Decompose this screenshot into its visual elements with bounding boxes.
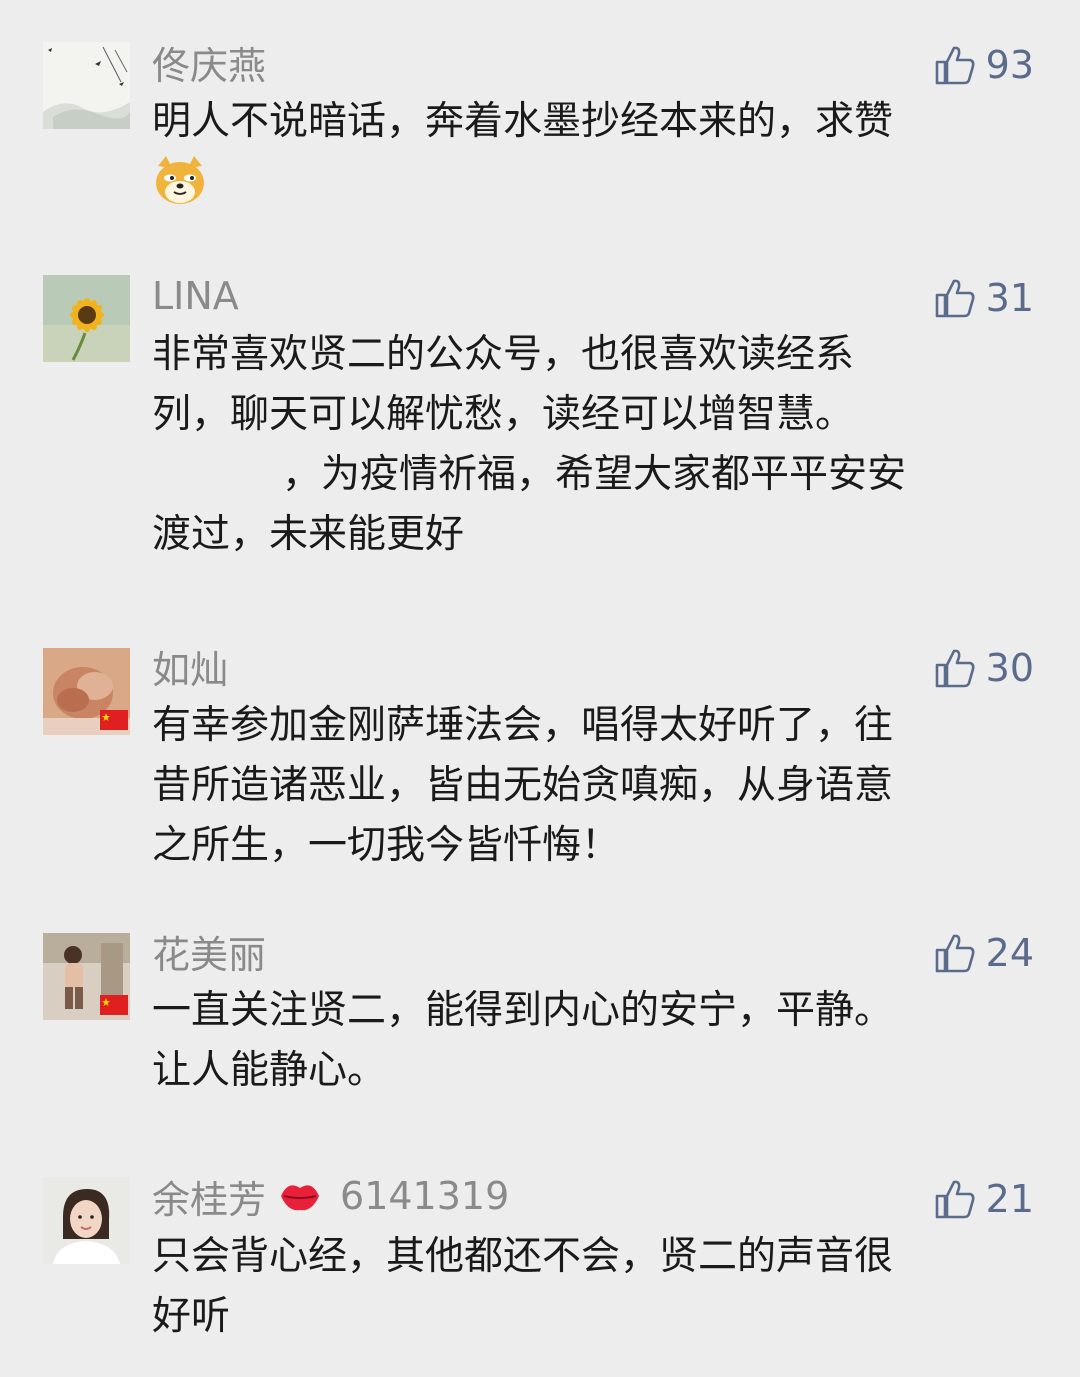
- like-button[interactable]: 31: [934, 274, 1034, 322]
- doge-emoji: [156, 156, 204, 204]
- nickname[interactable]: 花美丽: [152, 924, 266, 979]
- comment-line: 有幸参加金刚萨埵法会，唱得太好听了，往: [152, 703, 894, 748]
- nickname-row: 佟庆燕: [152, 38, 266, 88]
- nickname[interactable]: 余桂芳: [152, 1169, 266, 1224]
- nickname-row: 余桂芳 6141319: [152, 1172, 510, 1222]
- like-count: 24: [985, 931, 1034, 975]
- like-button[interactable]: 30: [934, 644, 1034, 692]
- like-count: 93: [985, 43, 1034, 87]
- ink-painting-avatar: [43, 42, 130, 129]
- comment-line: 只会背心经，其他都还不会，贤二的声音很: [152, 1234, 894, 1279]
- avatar[interactable]: [43, 42, 130, 129]
- like-count: 21: [985, 1177, 1034, 1221]
- comment-line: 非常喜欢贤二的公众号，也很喜欢读经系: [152, 332, 855, 377]
- china-flag: [100, 995, 128, 1015]
- comment-line: ，为疫情祈福，希望大家都平平安安: [282, 452, 907, 497]
- comment-line: 渡过，未来能更好: [152, 512, 465, 557]
- nickname-row: 如灿: [152, 642, 228, 692]
- nickname[interactable]: 佟庆燕: [152, 35, 266, 90]
- comment-line: 明人不说暗话，奔着水墨抄经本来的，求赞: [152, 99, 894, 144]
- like-button[interactable]: 24: [934, 929, 1034, 977]
- comment-text: 只会背心经，其他都还不会，贤二的声音很 好听: [152, 1227, 1012, 1347]
- like-count: 31: [985, 276, 1034, 320]
- like-count: 30: [985, 646, 1034, 690]
- avatar[interactable]: [43, 1177, 130, 1264]
- sunflower-avatar: [43, 275, 130, 362]
- comment-line: 昔所造诸恶业，皆由无始贪嗔痴，从身语意: [152, 763, 894, 808]
- comment-line: 列，聊天可以解忧愁，读经可以增智慧。: [152, 392, 855, 437]
- lips-emoji: [281, 1185, 320, 1211]
- thumbs-up-icon: [935, 279, 975, 318]
- nickname[interactable]: 如灿: [152, 639, 228, 694]
- like-button[interactable]: 21: [934, 1175, 1034, 1223]
- nickname-row: 花美丽: [152, 927, 266, 977]
- comment-text: 明人不说暗话，奔着水墨抄经本来的，求赞: [152, 92, 1012, 212]
- nickname-row: LINA: [152, 272, 239, 320]
- comment-line: 好听: [152, 1294, 231, 1339]
- nickname-suffix: 6141319: [340, 1174, 510, 1218]
- china-flag: [100, 710, 128, 730]
- thumbs-up-icon: [935, 46, 975, 85]
- nickname[interactable]: LINA: [152, 274, 239, 318]
- comment-line: 一直关注贤二，能得到内心的安宁，平静。: [152, 988, 894, 1033]
- comment-line: 之所生，一切我今皆忏悔！: [152, 823, 621, 868]
- comment-line: 让人能静心。: [152, 1048, 387, 1093]
- thumbs-up-icon: [935, 934, 975, 973]
- comment-text: 一直关注贤二，能得到内心的安宁，平静。 让人能静心。: [152, 981, 1012, 1101]
- like-button[interactable]: 93: [934, 41, 1034, 89]
- comment-text: 有幸参加金刚萨埵法会，唱得太好听了，往 昔所造诸恶业，皆由无始贪嗔痴，从身语意 …: [152, 696, 1012, 876]
- woman-portrait-avatar: [43, 1177, 130, 1264]
- avatar[interactable]: [43, 275, 130, 362]
- comment-text: 非常喜欢贤二的公众号，也很喜欢读经系 列，聊天可以解忧愁，读经可以增智慧。 ，为…: [152, 325, 1012, 565]
- thumbs-up-icon: [935, 649, 975, 688]
- thumbs-up-icon: [935, 1180, 975, 1219]
